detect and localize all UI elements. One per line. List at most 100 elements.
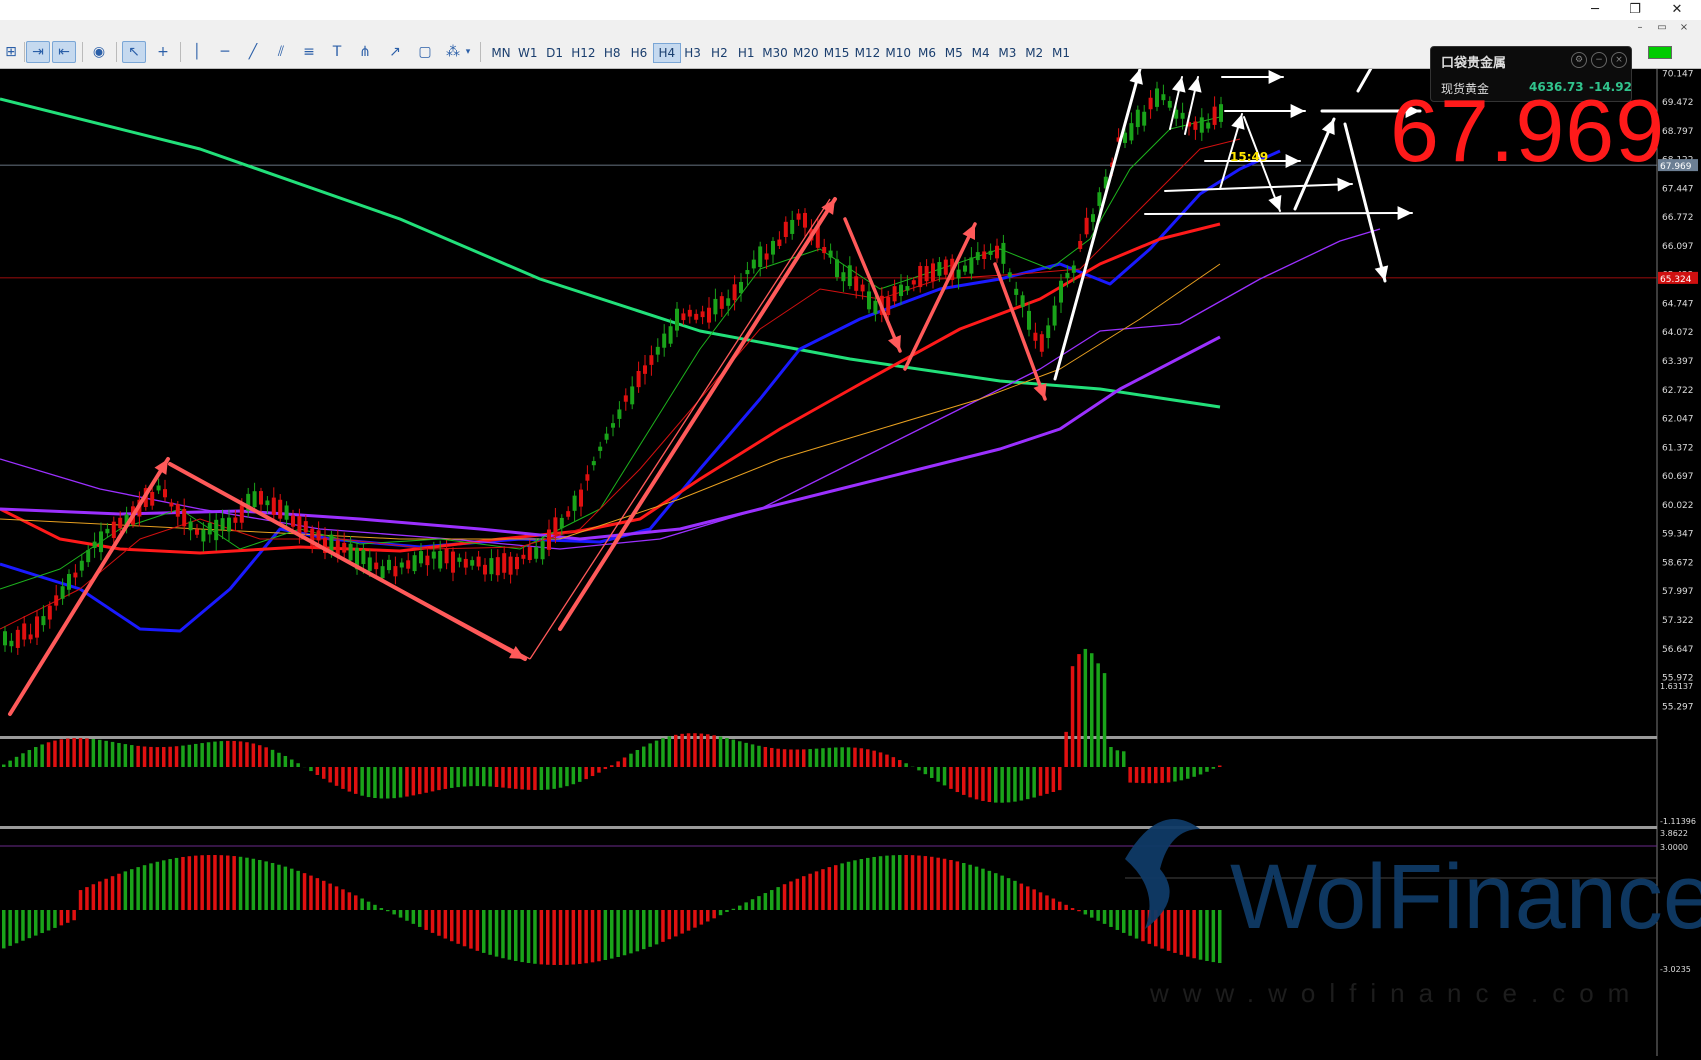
rectangle-icon[interactable]: ▢ bbox=[414, 42, 436, 62]
candle-body bbox=[509, 557, 513, 575]
screenshot-icon[interactable]: ◉ bbox=[88, 42, 110, 62]
timeframe-d1[interactable]: D1 bbox=[542, 44, 568, 62]
trendline-icon[interactable]: ╱ bbox=[242, 42, 264, 62]
candle-body bbox=[86, 550, 90, 562]
candle-body bbox=[393, 566, 397, 576]
timeframe-h6[interactable]: H6 bbox=[626, 44, 652, 62]
candle-body bbox=[745, 270, 749, 274]
candle-body bbox=[1085, 218, 1089, 235]
price-tick-label: 64.747 bbox=[1662, 299, 1694, 309]
macd-bar bbox=[290, 760, 294, 767]
timeframe-m12[interactable]: M12 bbox=[852, 44, 882, 62]
crosshair-icon[interactable]: + bbox=[152, 42, 174, 62]
chart-restore-button[interactable]: ▭ bbox=[1652, 20, 1672, 36]
quote-title: 口袋贵金属 bbox=[1441, 52, 1506, 71]
macd-bar bbox=[783, 749, 787, 767]
timeframe-h3[interactable]: H3 bbox=[680, 44, 706, 62]
macd-bar bbox=[463, 767, 467, 787]
level-price-label: 65.324 bbox=[1660, 275, 1692, 285]
close-button[interactable]: ✕ bbox=[1660, 0, 1694, 20]
cursor-icon[interactable]: ↖ bbox=[122, 41, 146, 63]
candle-body bbox=[419, 551, 423, 563]
macd-bar bbox=[258, 745, 262, 767]
macd-bar bbox=[162, 747, 166, 767]
candle-body bbox=[1021, 295, 1025, 307]
candle-body bbox=[48, 606, 52, 620]
timeframe-h1[interactable]: H1 bbox=[733, 44, 759, 62]
macd-bar bbox=[962, 767, 966, 795]
chevron-down-icon[interactable]: ▾ bbox=[462, 42, 474, 62]
channel-icon[interactable]: ⫽ bbox=[270, 42, 292, 62]
macd-bar bbox=[437, 767, 441, 790]
candle-body bbox=[1001, 243, 1005, 264]
timeframe-w1[interactable]: W1 bbox=[515, 44, 541, 62]
white-arrow-right-4 bbox=[1165, 184, 1352, 191]
macd-bar bbox=[693, 733, 697, 767]
chart-minimize-button[interactable]: – bbox=[1630, 20, 1650, 36]
horizontal-line-icon[interactable]: ─ bbox=[214, 42, 236, 62]
candle-body bbox=[470, 560, 474, 566]
osc-bar bbox=[853, 860, 857, 910]
macd-bar bbox=[501, 767, 505, 788]
price-tick-label: 57.322 bbox=[1662, 616, 1694, 626]
shapes-icon[interactable]: ⁂ bbox=[442, 42, 464, 62]
osc-bar bbox=[341, 889, 345, 910]
timeframe-m1[interactable]: M1 bbox=[1048, 44, 1074, 62]
macd-bar bbox=[540, 767, 544, 790]
chart-shift-icon[interactable]: ⇤ bbox=[52, 41, 76, 63]
macd-bar bbox=[1173, 767, 1177, 782]
candle-body bbox=[560, 518, 564, 528]
restore-button[interactable]: ❐ bbox=[1618, 0, 1652, 20]
minimize-button[interactable]: ─ bbox=[1578, 0, 1612, 20]
vertical-line-icon[interactable]: │ bbox=[186, 42, 208, 62]
candle-body bbox=[541, 541, 545, 559]
grid-icon[interactable]: ⊞ bbox=[0, 42, 22, 62]
timeframe-h2[interactable]: H2 bbox=[706, 44, 732, 62]
osc-bar bbox=[981, 869, 985, 910]
timeframe-h12[interactable]: H12 bbox=[568, 44, 598, 62]
price-tick-label: 70.147 bbox=[1662, 69, 1694, 79]
red-trendline-1 bbox=[168, 464, 530, 659]
osc-bar bbox=[156, 862, 160, 910]
timeframe-m20[interactable]: M20 bbox=[791, 44, 821, 62]
macd-bar bbox=[930, 767, 934, 778]
macd-bar bbox=[232, 741, 236, 767]
timeframe-m2[interactable]: M2 bbox=[1021, 44, 1047, 62]
candle-body bbox=[1136, 110, 1140, 127]
macd-bar bbox=[565, 767, 569, 786]
osc-bar bbox=[392, 910, 396, 914]
timeframe-m10[interactable]: M10 bbox=[883, 44, 913, 62]
timeframe-m30[interactable]: M30 bbox=[760, 44, 790, 62]
candle-body bbox=[265, 501, 269, 506]
price-tick-label: 66.097 bbox=[1662, 242, 1694, 252]
settings-icon[interactable]: ⚙ bbox=[1571, 52, 1587, 68]
timeframe-m15[interactable]: M15 bbox=[822, 44, 852, 62]
candle-body bbox=[797, 213, 801, 219]
fan-icon[interactable]: ⋔ bbox=[354, 42, 376, 62]
timeframe-mn[interactable]: MN bbox=[488, 44, 514, 62]
text-icon[interactable]: T bbox=[326, 42, 348, 62]
macd-bar bbox=[546, 767, 550, 790]
osc-bar bbox=[72, 910, 76, 920]
minus-icon[interactable]: − bbox=[1591, 52, 1607, 68]
osc-bar bbox=[1103, 910, 1107, 924]
ray-icon[interactable]: ↗ bbox=[384, 42, 406, 62]
timeframe-m3[interactable]: M3 bbox=[994, 44, 1020, 62]
timeframe-m5[interactable]: M5 bbox=[941, 44, 967, 62]
osc-bar bbox=[290, 869, 294, 910]
osc-bar bbox=[149, 863, 153, 910]
fibonacci-icon[interactable]: ≡ bbox=[298, 42, 320, 62]
close-icon[interactable]: × bbox=[1611, 52, 1627, 68]
osc-bar bbox=[674, 910, 678, 936]
timeframe-m6[interactable]: M6 bbox=[914, 44, 940, 62]
timeframe-m4[interactable]: M4 bbox=[968, 44, 994, 62]
timeframe-h4[interactable]: H4 bbox=[653, 43, 681, 63]
candle-body bbox=[739, 282, 743, 293]
macd-bar bbox=[424, 767, 428, 793]
timeframe-h8[interactable]: H8 bbox=[599, 44, 625, 62]
macd-bar bbox=[533, 767, 537, 790]
osc-bar bbox=[892, 855, 896, 910]
autoscroll-icon[interactable]: ⇥ bbox=[26, 41, 50, 63]
chart-close-button[interactable]: × bbox=[1674, 20, 1694, 36]
osc-bar bbox=[533, 910, 537, 964]
